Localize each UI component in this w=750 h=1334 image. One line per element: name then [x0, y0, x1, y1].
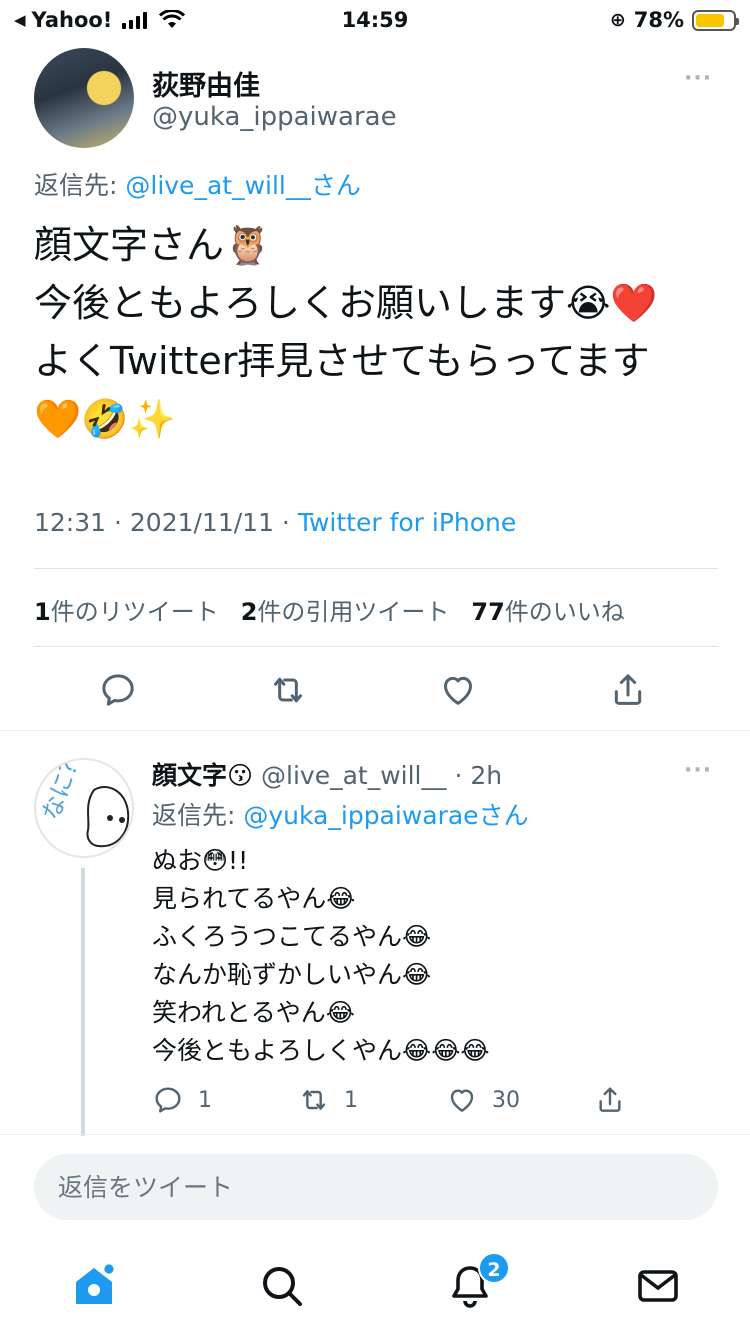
section-divider: [0, 1134, 750, 1135]
share-icon: [599, 1087, 621, 1112]
reply-header: 顔文字😗 @live_at_will__ · 2h: [152, 756, 502, 792]
like-count: 30: [492, 1087, 520, 1113]
main-tweet-text: 顔文字さん🦉 今後ともよろしくお願いします😭❤️ よくTwitter拝見させても…: [34, 216, 724, 448]
likes-stat[interactable]: 77件のいいね: [471, 592, 624, 627]
reply-share-button[interactable]: [594, 1084, 626, 1116]
reply-reply-to: 返信先: @yuka_ippaiwaraeさん: [152, 796, 529, 832]
retweet-count: 1: [344, 1087, 358, 1113]
like-icon[interactable]: [438, 670, 478, 710]
retweets-count: 1: [34, 598, 51, 626]
status-bar: ◀ Yahoo! 14:59 ⊕ 78%: [0, 0, 750, 40]
reply-author-avatar[interactable]: なに?: [34, 758, 134, 858]
reply-to-prefix: 返信先:: [34, 171, 126, 200]
reply-author-handle[interactable]: @live_at_will__: [261, 761, 446, 790]
reply-line: ぬお😳!!: [152, 846, 249, 875]
status-right: ⊕ 78%: [609, 8, 739, 32]
reply-reply-button[interactable]: 1: [152, 1084, 212, 1116]
likes-label: 件のいいね: [504, 598, 625, 626]
quotes-label: 件の引用ツイート: [257, 598, 450, 626]
reply-age: · 2h: [454, 761, 503, 790]
tweet-line: 顔文字さん🦉: [34, 223, 272, 267]
tweet-line: 今後ともよろしくお願いします😭❤️: [34, 281, 658, 325]
divider: [34, 646, 718, 647]
battery-percent: 78%: [633, 8, 684, 32]
share-icon[interactable]: [608, 670, 648, 710]
home-icon[interactable]: [70, 1262, 118, 1310]
main-reply-to: 返信先: @live_at_will__さん: [34, 166, 361, 202]
reply-count: 1: [198, 1087, 212, 1113]
reply-icon[interactable]: [98, 670, 138, 710]
reply-icon: [155, 1087, 181, 1113]
tweet-source-link[interactable]: Twitter for iPhone: [298, 508, 516, 537]
battery-icon: [692, 9, 739, 31]
tweet-time: 12:31 · 2021/11/11 ·: [34, 508, 298, 537]
main-author-avatar[interactable]: [34, 48, 134, 148]
retweet-icon[interactable]: [268, 670, 308, 710]
notifications-badge: 2: [478, 1252, 510, 1284]
thread-line: [81, 868, 85, 1136]
reply-to-prefix: 返信先:: [152, 801, 244, 830]
reply-to-link[interactable]: @yuka_ippaiwaraeさん: [243, 801, 528, 830]
reply-line: 笑われとるやん😂: [152, 998, 355, 1027]
quotes-stat[interactable]: 2件の引用ツイート: [241, 592, 450, 627]
reply-line: 見られてるやん😂: [152, 884, 356, 913]
retweet-icon: [302, 1090, 326, 1110]
retweets-stat[interactable]: 1件のリツイート: [34, 592, 219, 627]
reply-more-options-icon[interactable]: ···: [684, 758, 712, 783]
reply-author-name[interactable]: 顔文字😗: [152, 761, 253, 790]
avatar-drawing: なに?: [37, 760, 130, 848]
like-icon: [450, 1089, 474, 1112]
main-author-name[interactable]: 荻野由佳: [152, 64, 260, 103]
messages-icon[interactable]: [634, 1262, 682, 1310]
rotation-lock-icon: ⊕: [609, 9, 626, 31]
reply-line: なんか恥ずかしいやん😂: [152, 960, 432, 989]
reply-compose-box[interactable]: [34, 1154, 718, 1220]
section-divider: [0, 730, 750, 731]
reply-line: ふくろうつこてるやん😂: [152, 922, 432, 951]
main-tweet-actions: [34, 664, 718, 720]
divider: [34, 568, 718, 569]
likes-count: 77: [471, 598, 505, 626]
reply-to-link[interactable]: @live_at_will__さん: [125, 171, 360, 200]
tweet-line: よくTwitter拝見させてもらってます: [34, 339, 650, 383]
quotes-count: 2: [240, 598, 258, 626]
search-icon[interactable]: [258, 1262, 306, 1310]
reply-input[interactable]: [34, 1154, 718, 1220]
retweets-label: 件のリツイート: [50, 598, 219, 626]
tweet-line: 🧡🤣✨: [34, 397, 176, 441]
tweet-timestamp: 12:31 · 2021/11/11 · Twitter for iPhone: [34, 508, 516, 537]
reply-tweet-actions: 1 1 30: [152, 1084, 652, 1124]
tab-bar: [0, 1240, 750, 1334]
avatar-text: なに?: [37, 760, 84, 824]
more-options-icon[interactable]: ···: [684, 66, 712, 91]
main-author-handle[interactable]: @yuka_ippaiwarae: [152, 102, 397, 132]
reply-line: 今後ともよろしくやん😂😂😂: [152, 1036, 490, 1065]
reply-tweet-text: ぬお😳!! 見られてるやん😂 ふくろうつこてるやん😂 なんか恥ずかしいやん😂 笑…: [152, 842, 490, 1070]
engagement-stats: 1件のリツイート 2件の引用ツイート 77件のいいね: [34, 592, 625, 627]
battery-fill: [696, 13, 725, 27]
reply-retweet-button[interactable]: 1: [298, 1084, 358, 1116]
reply-like-button[interactable]: 30: [446, 1084, 520, 1116]
